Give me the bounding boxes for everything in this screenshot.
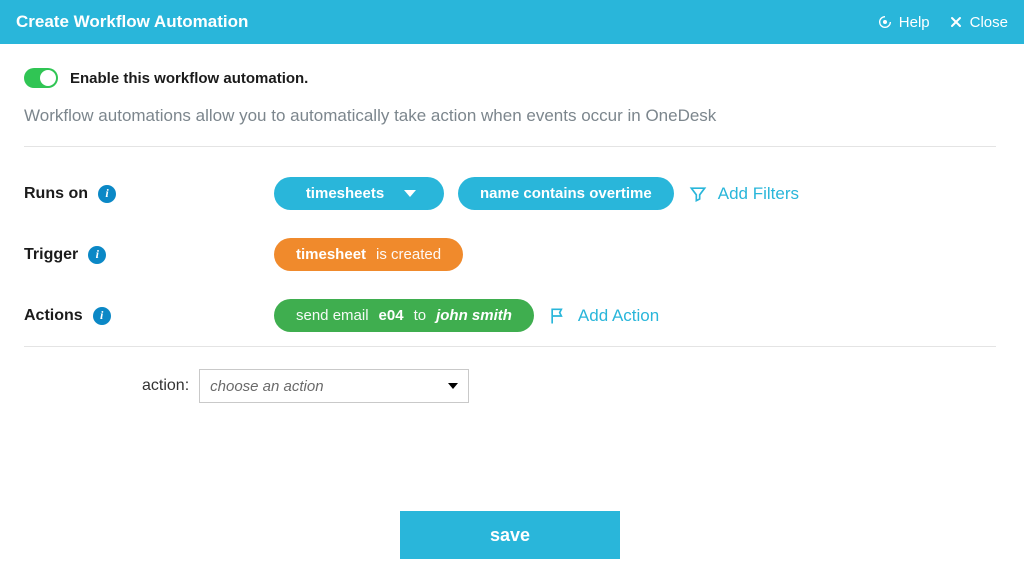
info-icon[interactable]: i [98,185,116,203]
action-select-label: action: [142,377,189,395]
actions-label: Actions [24,307,83,325]
dialog-header: Create Workflow Automation Help Close [0,0,1024,44]
save-row: save [24,511,996,559]
actions-body: send email e04 to john smith Add Action [274,299,659,332]
runs-on-type-dropdown[interactable]: timesheets [274,177,444,210]
help-icon [877,14,893,30]
trigger-row: Trigger i timesheet is created [24,224,996,285]
action-template: e04 [379,307,404,324]
action-select-placeholder: choose an action [210,378,323,395]
action-select-dropdown[interactable]: choose an action [199,369,469,403]
runs-on-type-value: timesheets [306,185,384,202]
help-button[interactable]: Help [877,14,930,31]
runs-on-filter-text: name contains overtime [480,185,652,202]
runs-on-label-group: Runs on i [24,185,274,203]
action-verb: send email [296,307,369,324]
chevron-down-icon [404,190,416,197]
help-label: Help [899,14,930,31]
action-select-row: action: choose an action [24,369,996,403]
save-button[interactable]: save [400,511,620,559]
runs-on-label: Runs on [24,185,88,203]
add-filters-label: Add Filters [718,184,799,204]
add-filters-button[interactable]: Add Filters [688,184,799,204]
automation-description: Workflow automations allow you to automa… [24,106,996,126]
actions-row: Actions i send email e04 to john smith A… [24,285,996,346]
trigger-label-group: Trigger i [24,246,274,264]
filter-icon [688,184,708,204]
action-pill[interactable]: send email e04 to john smith [274,299,534,332]
runs-on-filter-pill[interactable]: name contains overtime [458,177,674,210]
add-action-button[interactable]: Add Action [548,306,659,326]
action-to-word: to [414,307,427,324]
runs-on-row: Runs on i timesheets name contains overt… [24,163,996,224]
close-label: Close [970,14,1008,31]
chevron-down-icon [448,383,458,389]
dialog-title: Create Workflow Automation [16,12,248,32]
trigger-pill[interactable]: timesheet is created [274,238,463,271]
close-icon [948,14,964,30]
add-action-label: Add Action [578,306,659,326]
dialog-content: Enable this workflow automation. Workflo… [0,44,1024,559]
trigger-predicate: is created [376,246,441,263]
flag-icon [548,306,568,326]
info-icon[interactable]: i [88,246,106,264]
enable-label: Enable this workflow automation. [70,70,308,87]
trigger-body: timesheet is created [274,238,463,271]
trigger-label: Trigger [24,246,78,264]
enable-toggle[interactable] [24,68,58,88]
action-recipient: john smith [436,307,512,324]
close-button[interactable]: Close [948,14,1008,31]
enable-row: Enable this workflow automation. [24,68,996,88]
header-actions: Help Close [877,14,1008,31]
trigger-subject: timesheet [296,246,366,263]
divider [24,146,996,147]
actions-label-group: Actions i [24,307,274,325]
toggle-knob [40,70,56,86]
info-icon[interactable]: i [93,307,111,325]
divider [24,346,996,347]
runs-on-body: timesheets name contains overtime Add Fi… [274,177,799,210]
